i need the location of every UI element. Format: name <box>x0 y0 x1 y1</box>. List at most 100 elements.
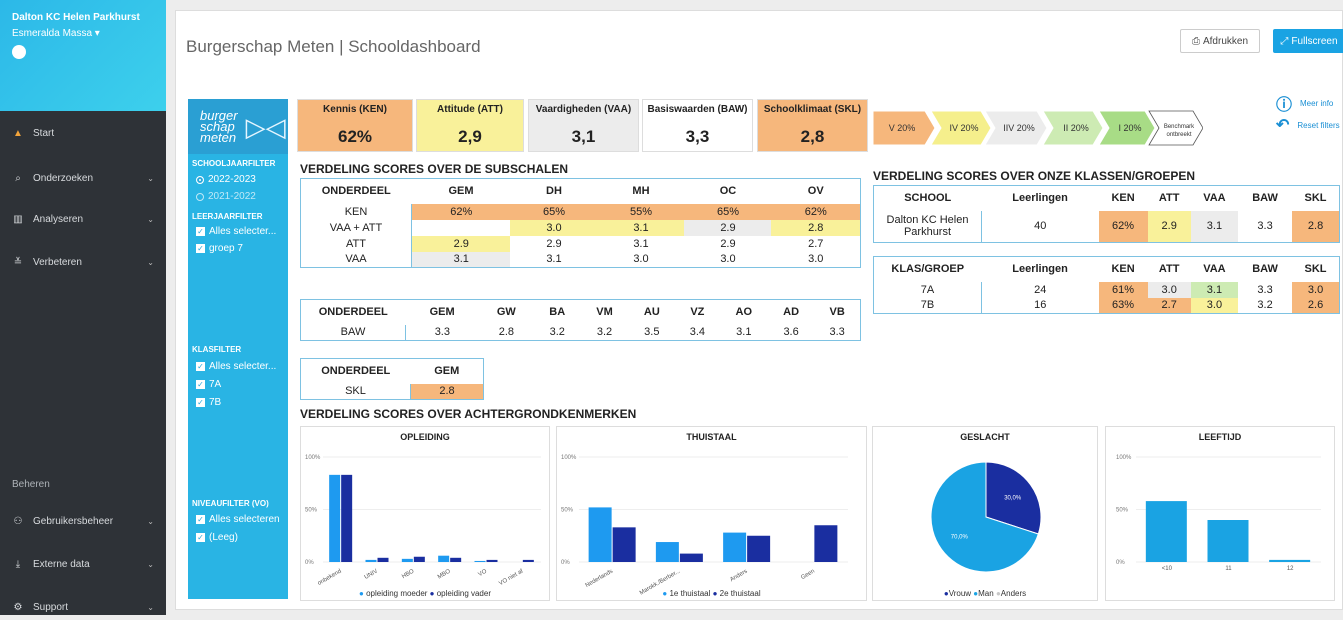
sidebar-item-start[interactable]: ▲ Start <box>0 120 166 146</box>
bar[interactable] <box>413 556 425 562</box>
bar[interactable] <box>1145 501 1187 562</box>
sidebar-item-externe-data[interactable]: ⤓ Externe data ⌄ <box>0 551 166 577</box>
user-menu[interactable]: Esmeralda Massa ▾ <box>12 28 154 39</box>
bar[interactable] <box>365 559 377 562</box>
table-subschalen: ONDERDEEL GEM DH MH OC OV KEN 62% 65% 55% 65… <box>300 178 861 268</box>
option-label: 2022-2023 <box>208 174 256 185</box>
table-header[interactable]: OC <box>684 179 771 204</box>
option-label: 7A <box>209 379 222 390</box>
table-header[interactable]: VB <box>814 300 860 325</box>
legend-item[interactable]: ●Vrouw <box>944 589 973 598</box>
bar[interactable] <box>438 555 450 562</box>
bar[interactable] <box>1269 559 1311 562</box>
table-header[interactable]: KLAS/GROEP <box>874 257 982 282</box>
sidebar-item-gebruikersbeheer[interactable]: ⚇ Gebruikersbeheer ⌄ <box>0 508 166 534</box>
table-header[interactable]: VM <box>580 300 628 325</box>
fullscreen-button[interactable]: ⤢ Fullscreen <box>1273 29 1343 53</box>
chart-svg: 100%50%0%Nederlands Marokk./Berber... Ande… <box>561 455 848 597</box>
table-header[interactable]: DH <box>510 179 597 204</box>
bar[interactable] <box>814 525 838 562</box>
avatar-icon[interactable] <box>12 45 26 59</box>
legend-item[interactable]: ●Anders <box>996 589 1026 598</box>
schooljaar-option-2022-2023[interactable]: 2022-2023 <box>196 174 256 185</box>
legend-item[interactable]: ● opleiding moeder <box>359 589 430 598</box>
table-header[interactable]: VAA <box>1191 186 1238 211</box>
bar[interactable] <box>522 559 534 562</box>
table-header[interactable]: GEM <box>406 300 479 325</box>
sidebar-item-verbeteren[interactable]: ≚ Verbeteren ⌄ <box>0 249 166 275</box>
sidebar-item-label: Support <box>33 601 69 613</box>
table-header[interactable]: GEM <box>412 179 511 204</box>
print-button[interactable]: ⎙ Afdrukken <box>1180 29 1260 53</box>
table-header[interactable]: ONDERDEEL <box>301 359 411 384</box>
checkbox-icon: ✓ <box>196 244 205 253</box>
print-label: Afdrukken <box>1202 35 1249 47</box>
main-panel: Burgerschap Meten | Schooldashboard ⎙ Afd… <box>175 10 1343 610</box>
bar[interactable] <box>588 507 612 562</box>
table-header[interactable]: Leerlingen <box>982 186 1099 211</box>
bar[interactable] <box>612 527 636 562</box>
meer-info-label: Meer info <box>1300 98 1334 108</box>
table-header[interactable]: SCHOOL <box>874 186 982 211</box>
table-header[interactable]: BA <box>534 300 580 325</box>
legend-item[interactable]: ●Man <box>973 589 996 598</box>
bar[interactable] <box>1207 520 1249 562</box>
niveau-option-alles[interactable]: ✓ Alles selecteren <box>196 514 280 525</box>
table-header[interactable]: SKL <box>1292 257 1339 282</box>
legend-item[interactable]: ● opleiding vader <box>430 589 491 598</box>
bar[interactable] <box>329 474 341 562</box>
klas-option-alles[interactable]: ✓ Alles selecter... <box>196 361 276 372</box>
reset-filters-link[interactable]: ↶ Reset filters <box>1276 115 1340 135</box>
niveau-option-leeg[interactable]: ✓ (Leeg) <box>196 532 238 543</box>
bar[interactable] <box>474 560 486 562</box>
benchmark-label: V 20% <box>889 123 916 133</box>
table-header[interactable]: GEM <box>411 359 484 384</box>
table-header[interactable]: VAA <box>1191 257 1238 282</box>
table-header[interactable]: AD <box>768 300 814 325</box>
table-header[interactable]: AO <box>720 300 768 325</box>
bar[interactable] <box>450 557 462 562</box>
sidebar-item-analyseren[interactable]: ▥ Analyseren ⌄ <box>0 206 166 232</box>
table-header[interactable]: ONDERDEEL <box>301 300 406 325</box>
table-header[interactable]: MH <box>597 179 684 204</box>
table-cell: 61% <box>1098 281 1148 298</box>
bar[interactable] <box>341 474 353 562</box>
table-header[interactable]: BAW <box>1238 257 1292 282</box>
schooljaar-option-2021-2022[interactable]: 2021-2022 <box>196 191 256 202</box>
expand-icon: ⤢ <box>1280 35 1289 47</box>
info-icon: ⓘ <box>1276 97 1293 114</box>
sidebar-item-support[interactable]: ⚙ Support ⌄ <box>0 594 166 620</box>
bar[interactable] <box>401 558 413 562</box>
table-header[interactable]: ATT <box>1148 186 1191 211</box>
meer-info-link[interactable]: ⓘ Meer info <box>1276 91 1333 115</box>
bar[interactable] <box>377 557 389 562</box>
table-header[interactable]: ONDERDEEL <box>301 179 412 204</box>
table-header[interactable]: OV <box>771 179 860 204</box>
legend-item[interactable]: ● 1e thuistaal <box>662 589 712 598</box>
klas-option-7b[interactable]: ✓ 7B <box>196 397 221 408</box>
table-header[interactable]: KEN <box>1099 257 1148 282</box>
table-header[interactable]: BAW <box>1238 186 1292 211</box>
legend-item[interactable]: ● 2e thuistaal <box>713 589 761 598</box>
bar[interactable] <box>679 553 703 562</box>
table-header[interactable]: GW <box>479 300 534 325</box>
bar[interactable] <box>486 559 498 562</box>
bar[interactable] <box>655 542 679 562</box>
table-header[interactable]: SKL <box>1292 186 1339 211</box>
table-header[interactable]: VZ <box>675 300 720 325</box>
leerjaar-option-groep7[interactable]: ✓ groep 7 <box>196 243 243 254</box>
sidebar-item-onderzoeken[interactable]: ⌕ Onderzoeken ⌄ <box>0 165 166 191</box>
table-header[interactable]: KEN <box>1099 186 1148 211</box>
leerjaar-option-alles[interactable]: ✓ Alles selecter... <box>196 226 276 237</box>
bar[interactable] <box>723 532 747 562</box>
sidebar-item-label: Gebruikersbeheer <box>33 515 114 527</box>
table-header[interactable]: AU <box>629 300 675 325</box>
bar[interactable] <box>747 535 771 562</box>
sidebar-header: Dalton KC Helen Parkhurst Esmeralda Mass… <box>0 0 166 111</box>
klas-option-7a[interactable]: ✓ 7A <box>196 379 221 390</box>
sidebar-item-label: Beheren <box>12 478 50 490</box>
fullscreen-label: Fullscreen <box>1291 35 1338 47</box>
user-name: Esmeralda Massa <box>12 28 93 39</box>
table-header[interactable]: Leerlingen <box>982 257 1099 282</box>
table-header[interactable]: ATT <box>1148 257 1191 282</box>
